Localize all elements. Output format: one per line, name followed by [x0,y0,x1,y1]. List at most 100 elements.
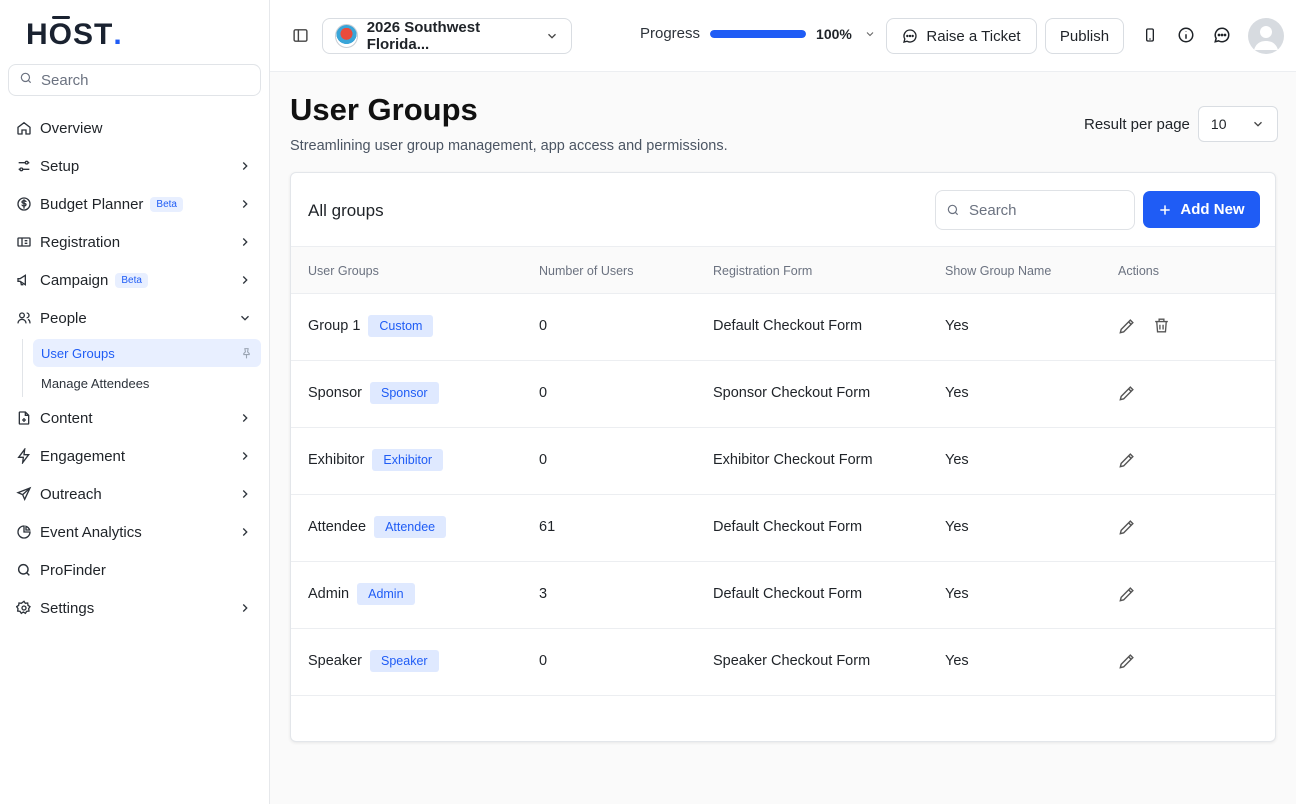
sidebar-toggle-icon[interactable] [292,27,309,44]
sidebar-subitem-user-groups[interactable]: User Groups [33,339,261,367]
sidebar-item-label: ProFinder [40,561,106,579]
message-circle-icon [902,28,918,44]
gear-icon [16,600,32,616]
sidebar-item-engagement[interactable]: Engagement [0,437,270,475]
chevron-down-icon [545,29,559,43]
edit-pencil-icon[interactable] [1117,450,1137,470]
user-count: 0 [539,452,548,468]
table-header: User Groups Number of Users Registration… [291,246,1275,294]
row-actions [1117,517,1137,537]
page-subtitle: Streamlining user group management, app … [290,138,728,154]
event-logo-icon [335,24,358,48]
event-name: 2026 Southwest Florida... [366,19,481,53]
registration-form: Sponsor Checkout Form [713,385,871,401]
result-per-page-select[interactable]: 10 [1197,106,1278,142]
search-icon [16,562,32,578]
table-row: Admin Admin 3 Default Checkout Form Yes [291,562,1275,629]
table-row: Exhibitor Exhibitor 0 Exhibitor Checkout Fo… [291,428,1275,495]
raise-ticket-button[interactable]: Raise a Ticket [886,18,1037,54]
group-name: Exhibitor [308,452,365,468]
show-group-name: Yes [945,519,969,535]
home-icon [16,120,32,136]
delete-trash-icon[interactable] [1152,316,1171,336]
column-header[interactable]: Registration Form [713,264,812,278]
edit-pencil-icon[interactable] [1117,316,1137,336]
mobile-icon[interactable] [1142,26,1158,44]
zap-icon [16,448,32,464]
sidebar-search-input[interactable] [41,71,241,89]
chevron-right-icon [238,411,252,425]
chevron-down-icon [864,28,876,40]
progress-label: Progress [640,25,701,42]
chevron-right-icon [238,487,252,501]
edit-pencil-icon[interactable] [1117,651,1137,671]
sidebar-item-label: Content [40,409,93,427]
chevron-right-icon [238,525,252,539]
add-new-button[interactable]: Add New [1143,191,1260,228]
sidebar-item-budget-planner[interactable]: Budget Planner Beta [0,185,270,223]
sidebar-item-people[interactable]: People [0,299,270,337]
sidebar-subitem-manage-attendees[interactable]: Manage Attendees [33,369,261,397]
column-header[interactable]: User Groups [308,264,379,278]
group-tag: Attendee [374,516,447,538]
registration-form: Default Checkout Form [713,519,863,535]
megaphone-icon [16,272,32,288]
column-header: Actions [1118,264,1159,278]
registration-form: Default Checkout Form [713,586,863,602]
edit-pencil-icon[interactable] [1117,517,1137,537]
sidebar-item-settings[interactable]: Settings [0,589,270,627]
group-tag: Admin [357,583,415,605]
groups-search-input[interactable] [969,201,1119,219]
sidebar-item-overview[interactable]: Overview [0,109,270,147]
event-selector[interactable]: 2026 Southwest Florida... [322,18,572,54]
progress-indicator[interactable]: Progress 100% [640,25,876,42]
info-icon[interactable] [1177,26,1195,44]
table-body: Group 1 Custom 0 Default Checkout Form Yes Sp… [291,294,1275,696]
show-group-name: Yes [945,452,969,468]
sidebar-item-label: Event Analytics [40,523,142,541]
group-tag: Exhibitor [372,449,444,471]
chevron-right-icon [238,273,252,287]
user-avatar[interactable] [1248,18,1284,54]
chevron-right-icon [238,449,252,463]
sidebar-item-setup[interactable]: Setup [0,147,270,185]
publish-button[interactable]: Publish [1045,18,1124,54]
ticket-icon [16,234,32,250]
chevron-down-icon [238,311,252,325]
groups-search[interactable] [935,190,1135,230]
raise-ticket-label: Raise a Ticket [926,27,1021,45]
column-header[interactable]: Show Group Name [945,264,1051,278]
sidebar-item-label: People [40,309,87,327]
sidebar-search[interactable] [8,64,261,96]
show-group-name: Yes [945,653,969,669]
column-header[interactable]: Number of Users [539,264,633,278]
sidebar-item-outreach[interactable]: Outreach [0,475,270,513]
sidebar-item-profinder[interactable]: ProFinder [0,551,270,589]
progress-value: 100% [816,25,852,42]
result-per-page-value: 10 [1210,116,1227,132]
row-actions [1117,316,1171,336]
user-count: 0 [539,385,548,401]
chat-icon[interactable] [1213,26,1231,44]
table-row: Sponsor Sponsor 0 Sponsor Checkout Form Yes [291,361,1275,428]
user-count: 0 [539,318,548,334]
sidebar: HOST. Overview Setup Budget Planner Beta… [0,0,270,804]
edit-pencil-icon[interactable] [1117,383,1137,403]
sliders-icon [16,158,32,174]
sidebar-item-label: Setup [40,157,80,175]
sidebar-item-campaign[interactable]: Campaign Beta [0,261,270,299]
pin-icon[interactable] [240,347,253,360]
dollar-circle-icon [16,196,32,212]
send-icon [16,486,32,502]
progress-bar-fill [710,29,807,38]
host-logo[interactable]: H O ST. [26,16,123,52]
sidebar-subitem-label: Manage Attendees [41,375,150,391]
beta-badge: Beta [115,272,148,288]
group-name: Group 1 [308,318,361,334]
sidebar-item-label: Overview [40,119,103,137]
sidebar-item-registration[interactable]: Registration [0,223,270,261]
chevron-right-icon [238,235,252,249]
sidebar-item-event-analytics[interactable]: Event Analytics [0,513,270,551]
edit-pencil-icon[interactable] [1117,584,1137,604]
sidebar-item-content[interactable]: Content [0,399,270,437]
